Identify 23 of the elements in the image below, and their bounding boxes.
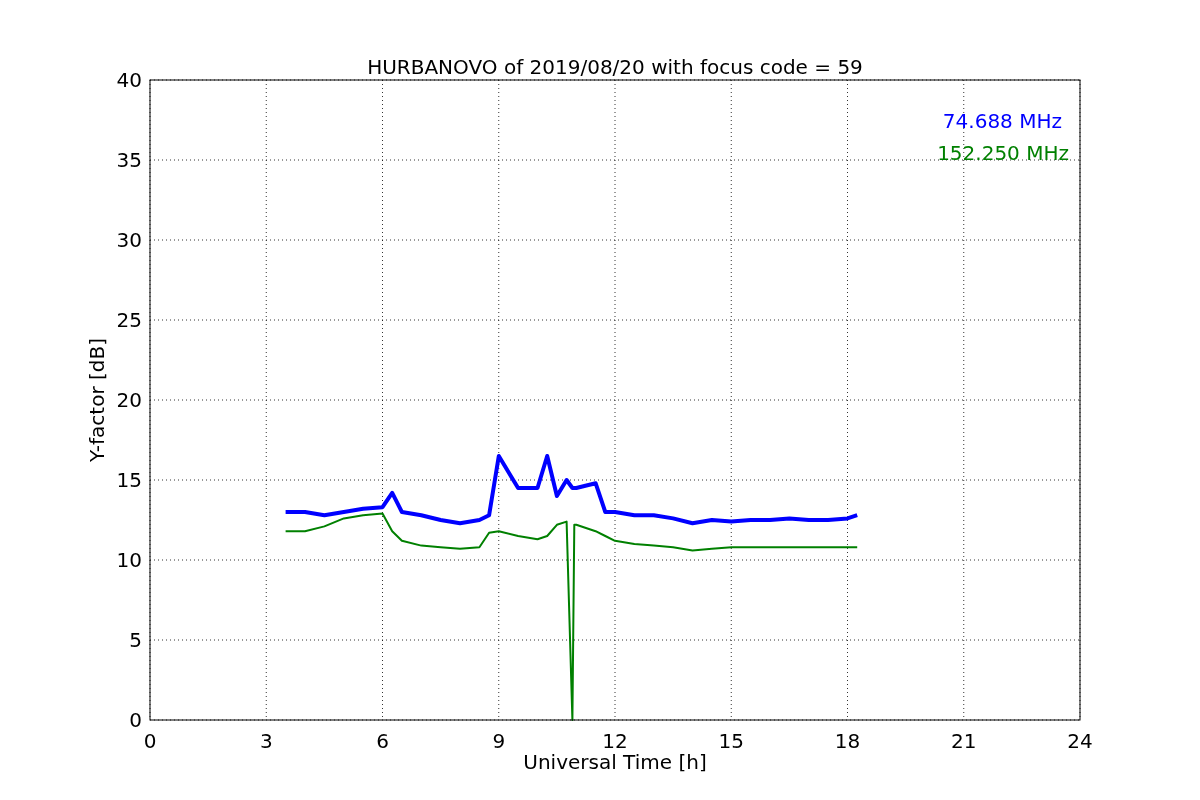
y-tick-label: 20 <box>116 388 142 412</box>
x-tick-label: 18 <box>834 729 861 753</box>
x-axis-label: Universal Time [h] <box>523 750 707 774</box>
x-tick-label: 3 <box>259 729 273 753</box>
y-tick-label: 30 <box>116 228 142 252</box>
x-tick-label: 6 <box>376 729 389 753</box>
x-tick-label: 0 <box>143 729 157 753</box>
y-axis-label: Y-factor [dB] <box>85 338 109 462</box>
chart-title: HURBANOVO of 2019/08/20 with focus code = 59 <box>367 55 863 79</box>
y-tick-label: 5 <box>129 628 142 652</box>
y-tick-label: 0 <box>129 708 142 732</box>
x-tick-label: 12 <box>602 729 628 753</box>
x-tick-label: 21 <box>951 729 977 753</box>
y-tick-label: 40 <box>116 68 142 92</box>
y-tick-label: 10 <box>116 548 142 572</box>
y-tick-label: 25 <box>116 308 142 332</box>
x-tick-label: 15 <box>718 729 744 753</box>
legend-label: 74.688 MHz <box>942 109 1062 133</box>
legend-label: 152.250 MHz <box>937 141 1069 165</box>
y-tick-label: 15 <box>116 468 142 492</box>
x-tick-label: 9 <box>492 729 506 753</box>
y-tick-label: 35 <box>116 148 142 172</box>
x-tick-label: 24 <box>1067 729 1093 753</box>
